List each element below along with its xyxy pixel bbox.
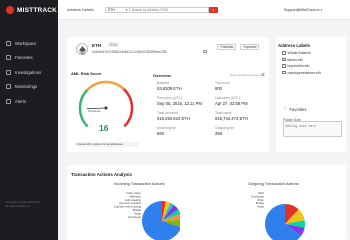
overview-label: Total spent [215,111,232,115]
account-email: Support@MistTrack.io [284,7,320,12]
page-title: Address Details [67,7,94,12]
bell-icon [6,98,11,104]
chevron-down-icon: ▾ [232,45,234,49]
monitor-icon [6,84,11,90]
sidebar-item-label: Favorites [15,55,33,61]
overview-value: 53.8309 ETH [157,85,182,91]
sidebar: MISTTRACK Workspace Favorites Investigat… [0,0,58,240]
overview-label: Outgoing txn [215,126,235,130]
sidebar-nav: Workspace Favorites Investigations Monit… [0,36,58,109]
label-text: Whale Butterm [287,51,311,55]
incoming-chart-title: Incoming Transaction Actions [114,181,165,186]
overview-value: 560 [157,130,164,136]
pie-label: Swap [257,205,264,209]
favorites-title: Favorites [289,106,307,112]
search-button[interactable]: ⌕ [209,7,218,13]
sidebar-item-alerts[interactable]: Alerts [0,94,58,109]
address-labels-title: Address Labels [278,42,311,48]
overview-label: Total received [157,111,178,115]
ethereum-icon [76,43,88,55]
sidebar-item-monitorings[interactable]: Monitorings [0,80,58,95]
chain-symbol: ETH [92,42,101,48]
logo-icon [6,6,14,14]
risk-score-value: 16 [99,123,109,133]
tag-icon [282,51,286,55]
search-input[interactable] [130,7,209,13]
address-hash: 0x4b6487e7D5B6D16dbE11Cc39eDC583359eeCB8 [92,50,167,54]
chevron-down-icon: ▾ [125,8,128,12]
chevron-down-icon: ▾ [255,45,257,49]
investigation-icon [6,69,11,75]
risk-tag: Interact with medium risk tag addresses [75,141,139,147]
sidebar-item-workspace[interactable]: Workspace [0,36,58,51]
rights-text: All Rights Reserved [5,203,30,208]
copyright: Copyright © 2020 MistTrack All Rights Re… [5,200,40,208]
explorer-button[interactable]: Explorer ▾ [240,44,259,50]
transaction-actions-card: Transaction Actions Analysis Incoming Tr… [67,165,346,240]
copy-icon[interactable] [203,49,207,54]
overview-value: Sep 05, 2016, 12:11 PM [157,100,202,106]
label-text: maxhipemniseum.eth [287,70,321,75]
label-text: lambo.eth [287,57,303,62]
chain-select[interactable]: ETH ▾ [105,7,130,13]
risk-level-label: Moderate [88,109,101,113]
overview-value: 258 [215,130,222,136]
star-icon [6,55,11,61]
overview-value: 916,292.624 ETH [157,115,190,121]
overview-label: First seen (UTC) [157,96,183,100]
account-menu[interactable]: Support@MistTrack.io ▾ [284,8,322,12]
chevron-down-icon: ▾ [320,7,322,12]
heart-icon: ♡ [283,106,288,111]
address-labels-card: Address Labels Whale Butterm lambo.eth b… [276,37,346,152]
sidebar-item-label: Monitorings [15,84,38,90]
sidebar-item-label: Workspace [15,40,37,46]
overview-label: Last seen (UTC) [215,96,240,100]
logo[interactable]: MISTTRACK [0,0,58,20]
chain-select-value: ETH [108,8,115,12]
label-item: Whale Butterm [282,51,311,55]
portfolio-button[interactable]: Portfolio ▾ [217,44,236,50]
outgoing-pie-chart: DEXExchangeOtherBridgeSwap [252,191,306,240]
outgoing-chart-title: Outgoing Transaction Actions [248,181,299,186]
incoming-pie-chart: Claim tokenWithdrawAdd LiquidityRemove L… [114,191,180,240]
workspace-icon [6,40,11,46]
data-updated-text: Data updated seconds ago [230,73,265,77]
label-item: maxhipemniseum.eth [282,71,321,75]
private-note-field[interactable] [283,121,342,137]
label-item: brynnefiim.eth [282,64,309,68]
label-text: brynnefiim.eth [287,64,310,68]
portfolio-label: Portfolio [220,45,233,49]
overview-value: 916,744.474 ETH [215,115,248,121]
label-item: lambo.eth [282,58,303,62]
address-card: ETH EOA 0x4b6487e7D5B6D16dbE11Cc39eDC583… [67,37,269,152]
logo-text: MISTTRACK [17,6,58,14]
overview-label: Txs count [215,81,230,85]
pie-label: Exchange [129,215,142,219]
search-icon: ⌕ [212,7,215,12]
overview-value: 800 [215,85,222,91]
sidebar-item-investigations[interactable]: Investigations [0,65,58,80]
overview-label: Balance [157,81,170,85]
sidebar-item-label: Investigations [15,69,42,75]
tag-icon [282,57,286,62]
explorer-label: Explorer [243,45,256,49]
transaction-actions-title: Transaction Actions Analysis [71,172,132,177]
sidebar-item-favorites[interactable]: Favorites [0,51,58,66]
topbar: Address Details ETH ▾ ⌕ Support@MistTrac… [58,0,350,20]
overview-value: Apr 27, 02:58 PM [215,100,248,106]
address-type-badge: EOA [108,42,119,48]
risk-score-title: AML Risk Score [71,71,102,76]
tag-icon [282,70,286,75]
overview-title: Overview [153,73,171,78]
sidebar-item-label: Alerts [15,98,26,104]
overview-label: Incoming txn [157,126,177,130]
tag-icon [282,64,286,68]
favorites-toggle[interactable]: ♡ Favorites [283,106,306,112]
